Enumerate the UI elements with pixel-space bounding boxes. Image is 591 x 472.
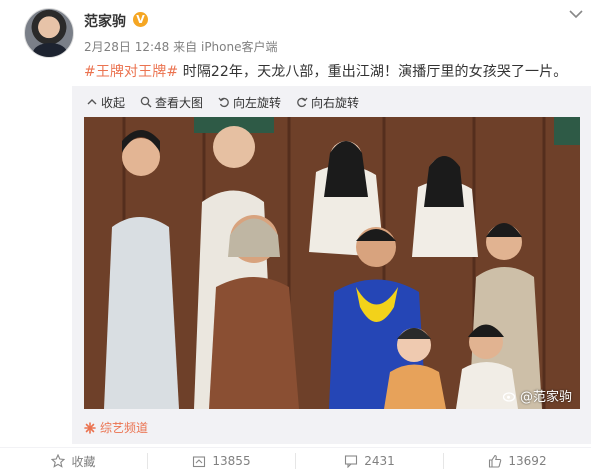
view-large-label: 查看大图 [155,95,204,110]
magnifier-icon [140,96,152,108]
collapse-icon [87,99,97,105]
chevron-down-icon[interactable] [566,4,586,24]
rotate-left-button[interactable]: 向左旋转 [218,94,281,111]
repost-count: 13855 [212,454,251,468]
repost-icon [193,456,206,468]
weibo-logo-icon [502,391,516,402]
cast-group-photo [84,117,580,409]
rotate-right-button[interactable]: 向右旋转 [296,94,359,111]
action-bar: 收藏 13855 2431 13692 [0,447,591,472]
rotate-right-label: 向右旋转 [311,95,360,110]
verified-badge-icon: V [133,12,148,27]
comment-count: 2431 [364,454,395,468]
repost-button[interactable]: 13855 [147,453,295,469]
channel-label: 综艺频道 [100,421,149,435]
post-text: #王牌对王牌# 时隔22年，天龙八部，重出江湖！演播厅里的女孩哭了一片。 [84,61,567,81]
collapse-button[interactable]: 收起 [86,94,125,111]
watermark-text: @范家驹 [519,390,572,405]
like-button[interactable]: 13692 [443,453,591,469]
rotate-right-icon [297,97,308,108]
media-box: 收起 查看大图 向左旋转 向右旋转 @范家驹 [72,86,591,444]
thumbs-up-icon [489,454,502,468]
username[interactable]: 范家驹 [84,11,126,31]
post-body: 时隔22年，天龙八部，重出江湖！演播厅里的女孩哭了一片。 [178,64,568,80]
star-icon [51,454,66,468]
photo-watermark: @范家驹 [502,386,572,405]
post-meta: 2月28日 12:48 来自 iPhone客户端 [84,38,278,55]
post-header: 范家驹 V 2月28日 12:48 来自 iPhone客户端 #王牌对王牌# 时… [0,0,591,86]
comment-button[interactable]: 2431 [295,453,443,469]
post-timestamp[interactable]: 2月28日 12:48 [84,40,169,54]
post-source[interactable]: iPhone客户端 [201,40,278,54]
collapse-label: 收起 [101,95,126,110]
source-prefix: 来自 [173,40,198,54]
comment-icon [345,455,358,468]
favorite-button[interactable]: 收藏 [0,453,147,469]
like-count: 13692 [508,454,547,468]
rotate-left-label: 向左旋转 [233,95,282,110]
avatar[interactable] [24,8,74,58]
rotate-left-icon [218,97,229,108]
media-toolbar: 收起 查看大图 向左旋转 向右旋转 [86,92,374,112]
hashtag-link[interactable]: #王牌对王牌# [84,64,178,80]
post-photo[interactable]: @范家驹 [84,117,580,409]
favorite-label: 收藏 [71,454,96,469]
view-large-button[interactable]: 查看大图 [140,94,203,111]
channel-link[interactable]: 综艺频道 [84,419,148,436]
channel-icon [84,421,96,434]
